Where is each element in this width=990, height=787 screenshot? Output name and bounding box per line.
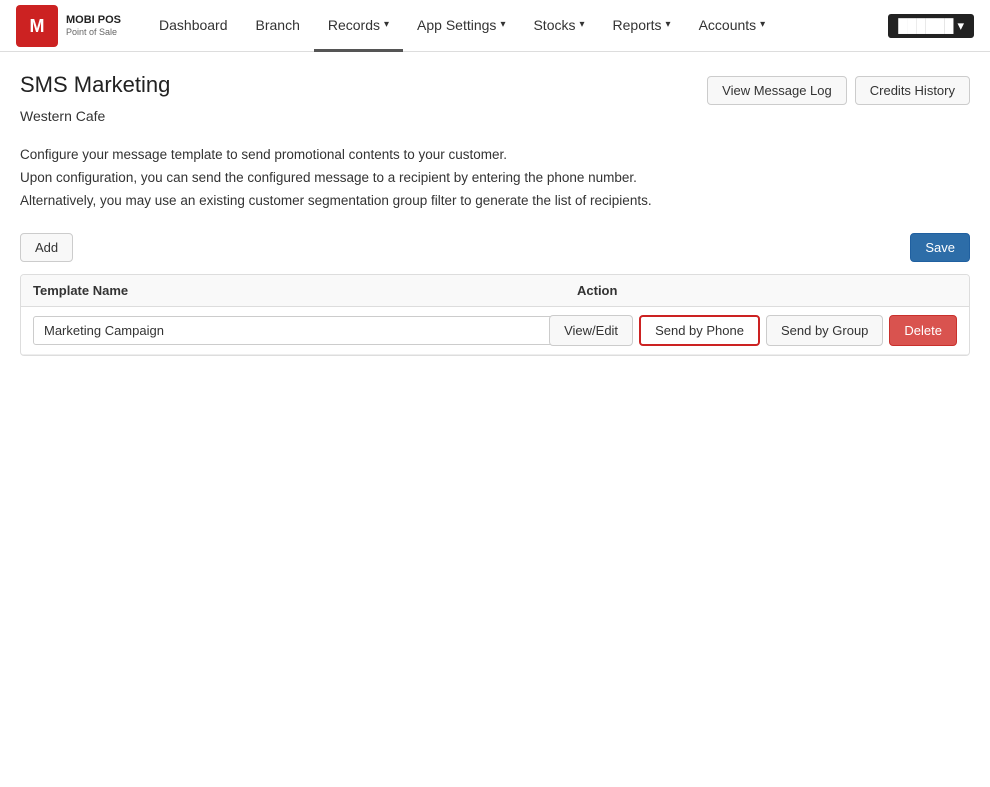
nav-stocks[interactable]: Stocks ▾: [519, 0, 598, 52]
brand-letter: M: [30, 17, 45, 35]
template-table: Template Name Action View/Edit Send by P…: [20, 274, 970, 356]
table-header: Template Name Action: [21, 275, 969, 307]
send-by-group-button[interactable]: Send by Group: [766, 315, 883, 346]
store-name: Western Cafe: [20, 108, 105, 124]
nav-app-settings[interactable]: App Settings ▾: [403, 0, 519, 52]
user-caret: ▾: [957, 18, 964, 34]
view-message-log-button[interactable]: View Message Log: [707, 76, 847, 105]
nav-items: Dashboard Branch Records ▾ App Settings …: [145, 0, 888, 51]
send-by-phone-button[interactable]: Send by Phone: [639, 315, 760, 346]
nav-reports[interactable]: Reports ▾: [599, 0, 685, 52]
col-header-action: Action: [577, 283, 957, 298]
records-caret: ▾: [384, 19, 389, 30]
save-button[interactable]: Save: [910, 233, 970, 262]
stocks-caret: ▾: [579, 19, 584, 30]
description-line2: Upon configuration, you can send the con…: [20, 167, 970, 190]
page-content: SMS Marketing Western Cafe View Message …: [0, 52, 990, 376]
navbar: M MOBI POS Point of Sale Dashboard Branc…: [0, 0, 990, 52]
user-name: ██████: [898, 18, 953, 33]
nav-accounts[interactable]: Accounts ▾: [685, 0, 780, 52]
col-header-template-name: Template Name: [33, 283, 577, 298]
description-block: Configure your message template to send …: [20, 144, 970, 213]
description-line3: Alternatively, you may use an existing c…: [20, 190, 970, 213]
nav-right: ██████ ▾: [888, 14, 974, 38]
accounts-caret: ▾: [760, 19, 765, 30]
nav-branch[interactable]: Branch: [242, 0, 314, 52]
view-edit-button[interactable]: View/Edit: [549, 315, 633, 346]
add-button[interactable]: Add: [20, 233, 73, 262]
brand-name-top: MOBI POS: [66, 14, 121, 26]
delete-button[interactable]: Delete: [889, 315, 957, 346]
action-buttons: View/Edit Send by Phone Send by Group De…: [587, 315, 957, 346]
brand-text: MOBI POS Point of Sale: [66, 14, 121, 36]
brand-logo: M: [16, 5, 58, 47]
nav-records[interactable]: Records ▾: [314, 0, 403, 52]
brand-name-bottom: Point of Sale: [66, 27, 121, 37]
template-name-input[interactable]: [33, 316, 579, 345]
top-actions: View Message Log Credits History: [707, 76, 970, 105]
nav-dashboard[interactable]: Dashboard: [145, 0, 242, 52]
credits-history-button[interactable]: Credits History: [855, 76, 970, 105]
toolbar-row: Add Save: [20, 233, 970, 262]
description-line1: Configure your message template to send …: [20, 144, 970, 167]
reports-caret: ▾: [666, 19, 671, 30]
user-menu[interactable]: ██████ ▾: [888, 14, 974, 38]
table-row: View/Edit Send by Phone Send by Group De…: [21, 307, 969, 355]
brand[interactable]: M MOBI POS Point of Sale: [16, 5, 121, 47]
app-settings-caret: ▾: [500, 19, 505, 30]
